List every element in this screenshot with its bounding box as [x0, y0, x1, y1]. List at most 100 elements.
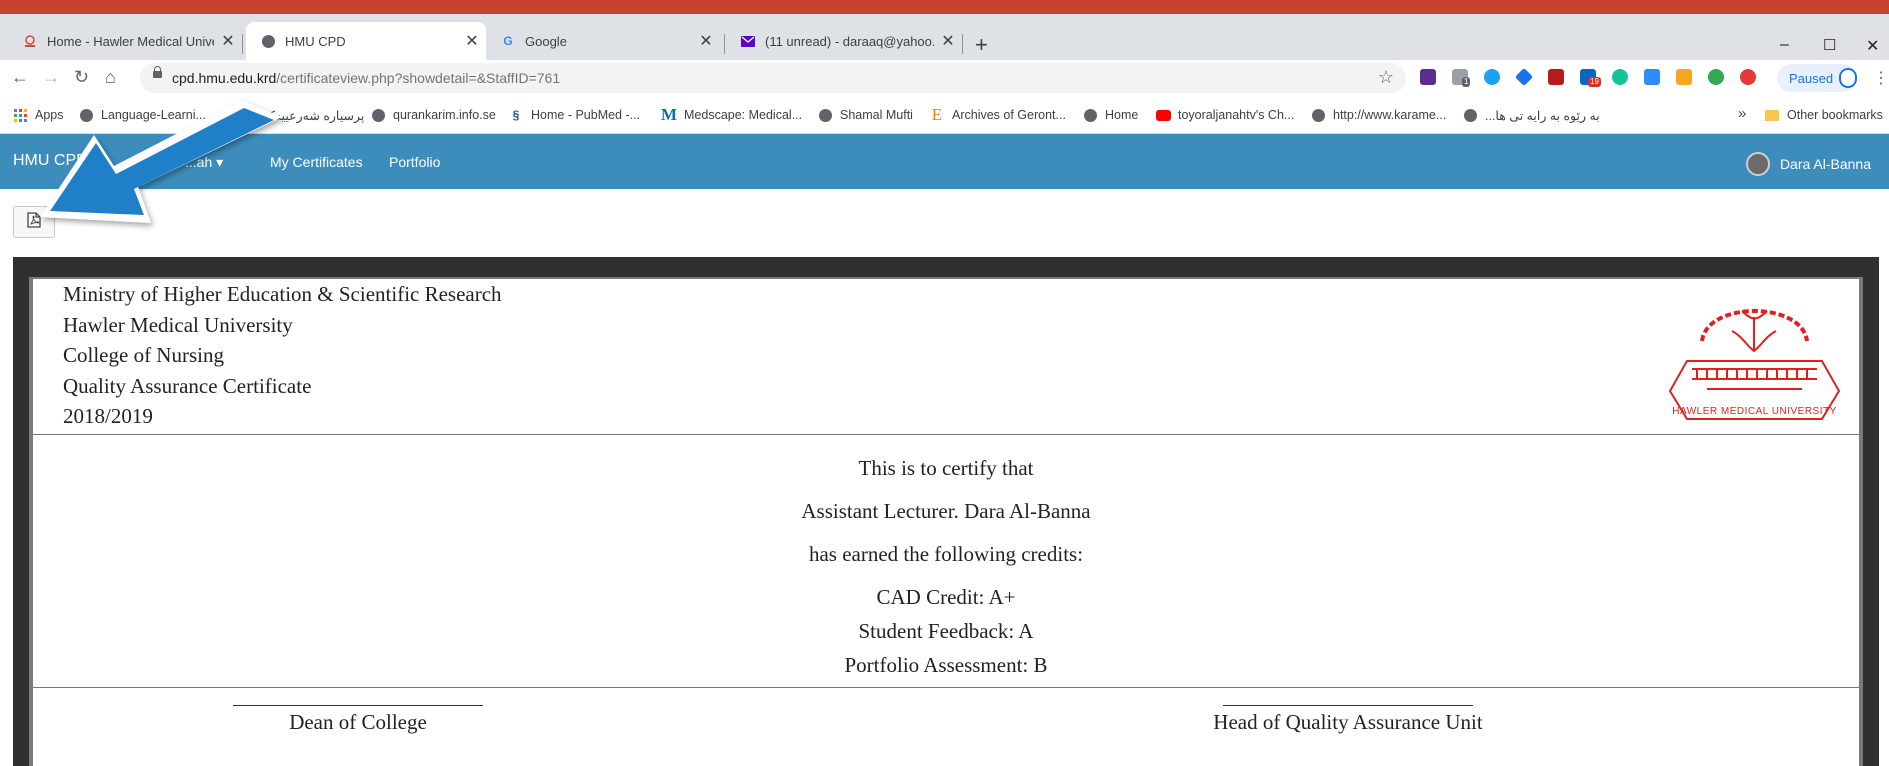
earned-line: has earned the following credits: — [808, 542, 1084, 566]
extension-purple-icon[interactable] — [1420, 69, 1436, 85]
bookmark-item[interactable]: toyoraljanahtv's Ch... — [1155, 107, 1294, 123]
acrobat-icon[interactable] — [1548, 69, 1564, 85]
bookmark-item[interactable]: § Home - PubMed -... — [508, 107, 640, 123]
header-line: Hawler Medical University — [63, 312, 293, 337]
tab-close-icon[interactable]: ✕ — [934, 31, 962, 51]
globe-icon — [1310, 107, 1326, 123]
grammarly-icon[interactable] — [1612, 69, 1628, 85]
certificate: Ministry of Higher Education & Scientifi… — [33, 279, 1859, 766]
diamond-extension-icon[interactable] — [1514, 67, 1534, 87]
url-text[interactable]: cpd.hmu.edu.krd/certificateview.php?show… — [172, 70, 560, 86]
bookmark-item[interactable]: qurankarim.info.se — [370, 107, 496, 123]
browser-toolbar: ← → ↻ ⌂ cpd.hmu.edu.krd/certificateview.… — [0, 60, 1889, 96]
globe-icon — [1462, 107, 1478, 123]
avatar — [1745, 152, 1770, 176]
new-tab-button[interactable]: + — [975, 34, 988, 56]
gmail-badge: 1 — [1462, 77, 1471, 87]
tab-hmu-cpd[interactable]: HMU CPD ✕ — [246, 22, 486, 60]
signature-dean: Dean of College — [233, 705, 483, 735]
header-divider — [33, 434, 1859, 435]
header-line: Ministry of Higher Education & Scientifi… — [63, 282, 502, 306]
user-menu[interactable]: Dara Al-Banna — [1745, 152, 1871, 176]
chart-extension-icon[interactable] — [1676, 69, 1692, 85]
apps-grid-icon — [12, 107, 28, 123]
tab-separator — [242, 34, 243, 54]
close-window-button[interactable]: ✕ — [1866, 36, 1879, 56]
elsevier-icon: E — [931, 105, 943, 124]
header-line: College of Nursing — [63, 343, 224, 367]
bookmark-item[interactable]: به رێوه به رایه تی ها... — [1462, 107, 1600, 123]
tab-hawler-home[interactable]: Home - Hawler Medical University ✕ — [8, 22, 242, 60]
lock-icon — [153, 66, 162, 78]
maximize-button[interactable]: ☐ — [1823, 36, 1836, 54]
more-menu-icon[interactable]: ⋮ — [1873, 68, 1889, 88]
forward-arrow-icon[interactable]: → — [42, 67, 60, 88]
credit-portfolio-assessment: Portfolio Assessment: B — [844, 653, 1048, 677]
user-name: Dara Al-Banna — [1779, 156, 1871, 172]
bookmark-item[interactable]: M Medscape: Medical... — [660, 105, 802, 124]
annotation-arrow-icon — [40, 100, 282, 223]
folder-icon — [1764, 107, 1780, 123]
tab-title: Google — [525, 33, 567, 49]
other-bookmarks-folder[interactable]: Other bookmarks — [1764, 107, 1883, 123]
bookmark-item[interactable]: Home — [1082, 107, 1138, 123]
certify-line: This is to certify that — [858, 456, 1034, 480]
minimize-button[interactable]: – — [1780, 36, 1789, 54]
tab-separator — [724, 34, 725, 54]
university-logo-icon: HAWLER MEDICAL UNIVERSITY — [1668, 309, 1841, 420]
bookmark-item[interactable]: Shamal Mufti — [817, 107, 913, 123]
tab-separator — [962, 34, 963, 54]
tab-close-icon[interactable]: ✕ — [214, 31, 242, 51]
nav-portfolio[interactable]: Portfolio — [389, 154, 440, 170]
signature-divider — [33, 687, 1859, 688]
zoom-icon[interactable] — [1644, 69, 1660, 85]
reload-icon[interactable]: ↻ — [74, 67, 89, 88]
globe-icon — [1082, 107, 1098, 123]
twitter-icon[interactable] — [1484, 69, 1500, 85]
window-top-strip — [0, 0, 1889, 14]
logo-caption: HAWLER MEDICAL UNIVERSITY — [1672, 406, 1837, 417]
mail-icon — [740, 33, 756, 49]
adblock-plus-icon[interactable] — [1740, 69, 1756, 85]
tab-strip: Home - Hawler Medical University ✕ HMU C… — [0, 14, 1889, 60]
profile-button[interactable]: Paused — [1777, 64, 1857, 92]
linkedin-badge: 19 — [1588, 77, 1601, 87]
tab-google[interactable]: G Google ✕ — [486, 22, 720, 60]
medscape-icon: M — [660, 105, 678, 124]
credit-student-feedback: Student Feedback: A — [858, 619, 1034, 643]
bookmark-star-icon[interactable]: ☆ — [1378, 67, 1394, 88]
globe-icon — [370, 107, 386, 123]
address-bar[interactable]: cpd.hmu.edu.krd/certificateview.php?show… — [140, 63, 1406, 93]
certificate-header: Ministry of Higher Education & Scientifi… — [63, 279, 502, 432]
recipient-line: Assistant Lecturer. Dara Al-Banna — [801, 499, 1091, 523]
tab-close-icon[interactable]: ✕ — [692, 31, 720, 51]
globe-icon — [817, 107, 833, 123]
certificate-container: Ministry of Higher Education & Scientifi… — [13, 257, 1879, 766]
signature-label: Dean of College — [289, 710, 427, 734]
google-icon: G — [503, 34, 513, 48]
header-line: 2018/2019 — [63, 404, 153, 428]
tab-yahoo-mail[interactable]: (11 unread) - daraaq@yahoo.com ✕ — [726, 22, 962, 60]
home-icon[interactable]: ⌂ — [105, 67, 116, 88]
bookmark-item[interactable]: E Archives of Geront... — [929, 105, 1066, 124]
header-line: Quality Assurance Certificate — [63, 373, 312, 398]
profile-status-label: Paused — [1789, 70, 1834, 86]
bookmark-item[interactable]: http://www.karame... — [1310, 107, 1446, 123]
tab-title: HMU CPD — [285, 33, 346, 49]
back-arrow-icon[interactable]: ← — [11, 67, 29, 88]
university-favicon-icon — [22, 33, 38, 49]
tab-title: (11 unread) - daraaq@yahoo.com — [765, 33, 934, 49]
youtube-icon — [1155, 107, 1171, 123]
bookmarks-overflow-button[interactable]: » — [1738, 105, 1746, 122]
credit-cad: CAD Credit: A+ — [876, 585, 1016, 609]
colorful-extension-icon[interactable] — [1708, 69, 1724, 85]
tab-title: Home - Hawler Medical University — [47, 33, 214, 49]
tab-close-icon[interactable]: ✕ — [458, 31, 486, 51]
signature-line — [233, 705, 483, 706]
signature-qa-head: Head of Quality Assurance Unit — [1183, 705, 1513, 735]
signature-line — [1223, 705, 1473, 706]
pubmed-icon: § — [512, 108, 520, 122]
globe-icon — [260, 33, 276, 49]
signature-label: Head of Quality Assurance Unit — [1213, 710, 1483, 734]
avatar-icon — [1839, 68, 1857, 88]
